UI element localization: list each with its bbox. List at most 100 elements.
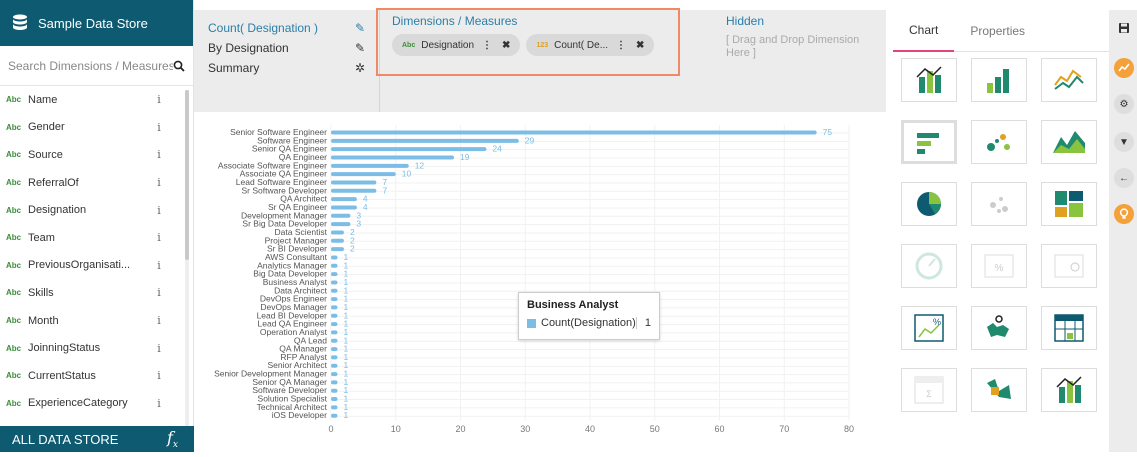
info-icon[interactable]: i xyxy=(146,342,172,355)
bar[interactable] xyxy=(331,197,357,202)
dimensions-measures-drop-zone[interactable]: Dimensions / Measures Abc Designation ⋮ … xyxy=(376,8,680,76)
field-item[interactable]: Abc Source i xyxy=(0,141,194,169)
chart-line-icon[interactable] xyxy=(1114,58,1134,78)
settings-icon[interactable]: ⚙ xyxy=(1114,94,1134,114)
hidden-drop-zone[interactable]: Hidden [ Drag and Drop Dimension Here ] xyxy=(726,14,886,60)
info-icon[interactable]: i xyxy=(146,204,172,217)
field-item[interactable]: Abc PreviousOrganisati... i xyxy=(0,252,194,280)
tab-properties[interactable]: Properties xyxy=(954,10,1041,52)
bar[interactable] xyxy=(331,322,338,327)
info-icon[interactable]: i xyxy=(146,369,172,382)
progress-icon[interactable] xyxy=(1041,244,1097,288)
field-item[interactable]: Abc Skills i xyxy=(0,279,194,307)
field-item[interactable]: Abc Name i xyxy=(0,86,194,114)
bar[interactable] xyxy=(331,363,338,368)
bar[interactable] xyxy=(331,272,338,277)
summary-card-icon[interactable]: % xyxy=(901,306,957,350)
bar[interactable] xyxy=(331,147,487,152)
bar[interactable] xyxy=(331,222,351,227)
map-icon[interactable] xyxy=(971,306,1027,350)
waterfall-icon[interactable] xyxy=(1041,368,1097,412)
more-icon[interactable]: ⋮ xyxy=(482,40,492,51)
bar[interactable] xyxy=(331,305,338,310)
bar[interactable] xyxy=(331,238,344,243)
bar[interactable] xyxy=(331,397,338,402)
close-icon[interactable]: ✖ xyxy=(636,40,644,51)
field-item[interactable]: Abc CurrentStatus i xyxy=(0,362,194,390)
bar[interactable] xyxy=(331,163,409,168)
info-icon[interactable]: i xyxy=(146,148,172,161)
bar[interactable] xyxy=(331,188,377,193)
bar[interactable] xyxy=(331,338,338,343)
field-item[interactable]: Abc Designation i xyxy=(0,196,194,224)
edit-pencil-icon[interactable]: ✎ xyxy=(355,41,365,55)
filter-icon[interactable]: ▼ xyxy=(1114,132,1134,152)
bar[interactable] xyxy=(331,288,338,293)
info-icon[interactable]: i xyxy=(146,286,172,299)
bar-icon[interactable] xyxy=(901,120,957,164)
kpi-icon[interactable]: % xyxy=(971,244,1027,288)
info-icon[interactable]: i xyxy=(146,231,172,244)
field-item[interactable]: Abc Month i xyxy=(0,307,194,335)
area-icon[interactable] xyxy=(1041,120,1097,164)
bar[interactable] xyxy=(331,330,338,335)
bar[interactable] xyxy=(331,405,338,410)
treemap-icon[interactable] xyxy=(1041,182,1097,226)
back-arrow-icon[interactable]: ← xyxy=(1114,168,1134,188)
info-icon[interactable]: i xyxy=(146,93,172,106)
line-icon[interactable] xyxy=(1041,58,1097,102)
search-input[interactable]: Search Dimensions / Measures xyxy=(0,46,193,86)
bar[interactable] xyxy=(331,230,344,235)
field-item[interactable]: Abc ReferralOf i xyxy=(0,169,194,197)
table-icon[interactable] xyxy=(1041,306,1097,350)
bar[interactable] xyxy=(331,130,817,135)
bar[interactable] xyxy=(331,313,338,318)
bar[interactable] xyxy=(331,380,338,385)
gear-icon[interactable]: ✲ xyxy=(355,61,365,75)
measure-pill-count[interactable]: 123 Count( De... ⋮ ✖ xyxy=(526,34,655,56)
cross-table-icon[interactable]: Σ xyxy=(901,368,957,412)
bar[interactable] xyxy=(331,263,338,268)
bar[interactable] xyxy=(331,355,338,360)
bar[interactable] xyxy=(331,413,338,418)
info-icon[interactable]: i xyxy=(146,176,172,189)
bar[interactable] xyxy=(331,280,338,285)
bar-chart[interactable]: Senior Software Engineer 75Software Engin… xyxy=(194,112,886,452)
summary-label[interactable]: Summary xyxy=(208,61,259,75)
data-store-header[interactable]: Sample Data Store xyxy=(0,0,193,46)
column-icon[interactable] xyxy=(971,58,1027,102)
bar[interactable] xyxy=(331,255,338,260)
bulb-icon[interactable] xyxy=(1114,204,1134,224)
bar[interactable] xyxy=(331,347,338,352)
dimension-pill-designation[interactable]: Abc Designation ⋮ ✖ xyxy=(392,34,521,56)
bar[interactable] xyxy=(331,388,338,393)
bar[interactable] xyxy=(331,138,519,143)
formula-icon[interactable]: fx xyxy=(167,428,178,450)
pie-icon[interactable] xyxy=(901,182,957,226)
field-item[interactable]: Abc Team i xyxy=(0,224,194,252)
field-item[interactable]: Abc JoinningStatus i xyxy=(0,334,194,362)
scrollbar-thumb[interactable] xyxy=(185,90,189,260)
gauge-icon[interactable] xyxy=(901,244,957,288)
field-item[interactable]: Abc ExperienceCategory i xyxy=(0,390,194,418)
by-label[interactable]: By Designation xyxy=(208,41,289,55)
bubble-icon[interactable] xyxy=(971,182,1027,226)
bar[interactable] xyxy=(331,155,455,160)
bar[interactable] xyxy=(331,297,338,302)
chart-canvas[interactable]: Senior Software Engineer 75 Software Engin… xyxy=(194,112,886,452)
bar[interactable] xyxy=(331,247,344,252)
search-icon[interactable] xyxy=(173,60,185,72)
edit-pencil-icon[interactable]: ✎ xyxy=(355,21,365,35)
save-icon[interactable] xyxy=(1114,18,1134,38)
bar[interactable] xyxy=(331,180,377,185)
more-icon[interactable]: ⋮ xyxy=(616,40,626,51)
info-icon[interactable]: i xyxy=(146,121,172,134)
info-icon[interactable]: i xyxy=(146,314,172,327)
bar[interactable] xyxy=(331,205,357,210)
measure-title[interactable]: Count( Designation ) xyxy=(208,21,318,35)
bar[interactable] xyxy=(331,372,338,377)
bar-line-icon[interactable] xyxy=(901,58,957,102)
field-item[interactable]: Abc Gender i xyxy=(0,114,194,142)
tab-chart[interactable]: Chart xyxy=(893,10,955,52)
bar[interactable] xyxy=(331,172,396,177)
